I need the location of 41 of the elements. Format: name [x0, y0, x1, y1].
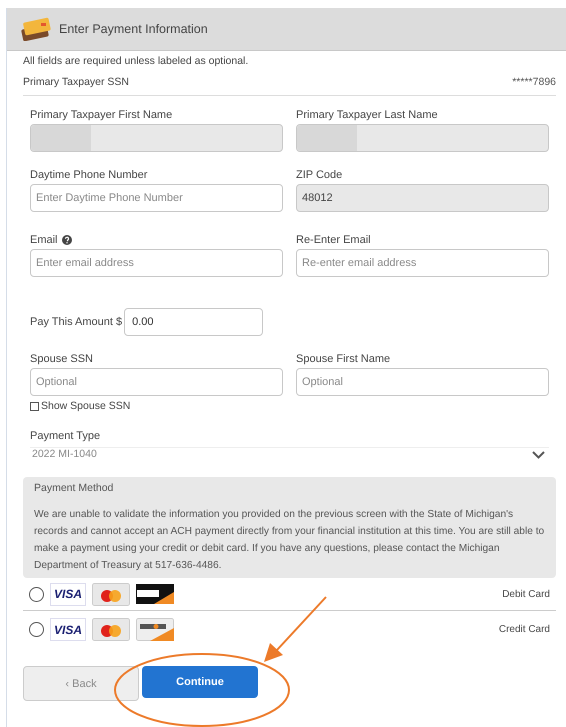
input-field[interactable]: Enter Daytime Phone Number [30, 184, 283, 212]
card-type-label: Debit Card [502, 588, 550, 602]
required-note: All fields are required unless labeled as optional. [23, 54, 250, 69]
card-type-label: Credit Card [498, 623, 550, 638]
field-label: Re-Enter Email [296, 232, 371, 248]
field-label: Spouse First Name [296, 352, 390, 366]
card-logo-icon [92, 618, 130, 642]
field-label: Primary Taxpayer Last Name [296, 108, 438, 122]
input-field[interactable]: Optional [30, 368, 283, 396]
back-button[interactable]: ‹ Back [23, 666, 139, 702]
header-title: Enter Payment Information [59, 20, 208, 38]
checkbox-label: Show Spouse SSN [41, 398, 130, 414]
ssn-label: Primary Taxpayer SSN [23, 75, 130, 90]
field-label: Email [30, 232, 58, 248]
panel-message: We are unable to validate the information you provided on the previous screen with the State of Michigan's records and cannot accept an ACH payment directly from your financial institution at this time. You are still able to make a payment using your credit or debit card. If you have any questions, please contact the Michigan Department of Treasury at 517-636-4486. [34, 508, 545, 574]
field-label: Daytime Phone Number [30, 168, 148, 182]
ssn-value: *****7896 [512, 75, 556, 90]
amount-label: Pay This Amount $ [30, 314, 122, 330]
credit-cards-icon [19, 17, 53, 41]
payment-type-label: Payment Type [30, 429, 100, 444]
payment-type-select[interactable]: 2022 MI-1040 [30, 446, 549, 462]
card-logo-icon [136, 584, 174, 604]
visa-logo: VISA [50, 618, 86, 642]
panel-title: Payment Method [34, 480, 114, 496]
radio-button[interactable] [29, 586, 44, 602]
field-label: Primary Taxpayer First Name [30, 108, 172, 122]
card-logo-icon [136, 618, 174, 642]
input-field[interactable]: Optional [296, 368, 549, 396]
input-field[interactable]: Re-enter email address [296, 248, 549, 277]
card-logo-icon [92, 582, 130, 606]
field-label: ZIP Code [296, 168, 342, 182]
chevron-down-icon [532, 451, 545, 459]
annotation-arrow [264, 596, 327, 662]
visa-logo: VISA [50, 582, 86, 606]
continue-button[interactable]: Continue [142, 666, 258, 698]
radio-button[interactable] [29, 622, 44, 638]
checkbox[interactable] [30, 402, 39, 412]
amount-field[interactable]: 0.00 [124, 308, 264, 336]
input-field[interactable]: Enter email address [30, 248, 283, 277]
help-icon[interactable] [62, 234, 72, 245]
field-label: Spouse SSN [30, 352, 93, 366]
